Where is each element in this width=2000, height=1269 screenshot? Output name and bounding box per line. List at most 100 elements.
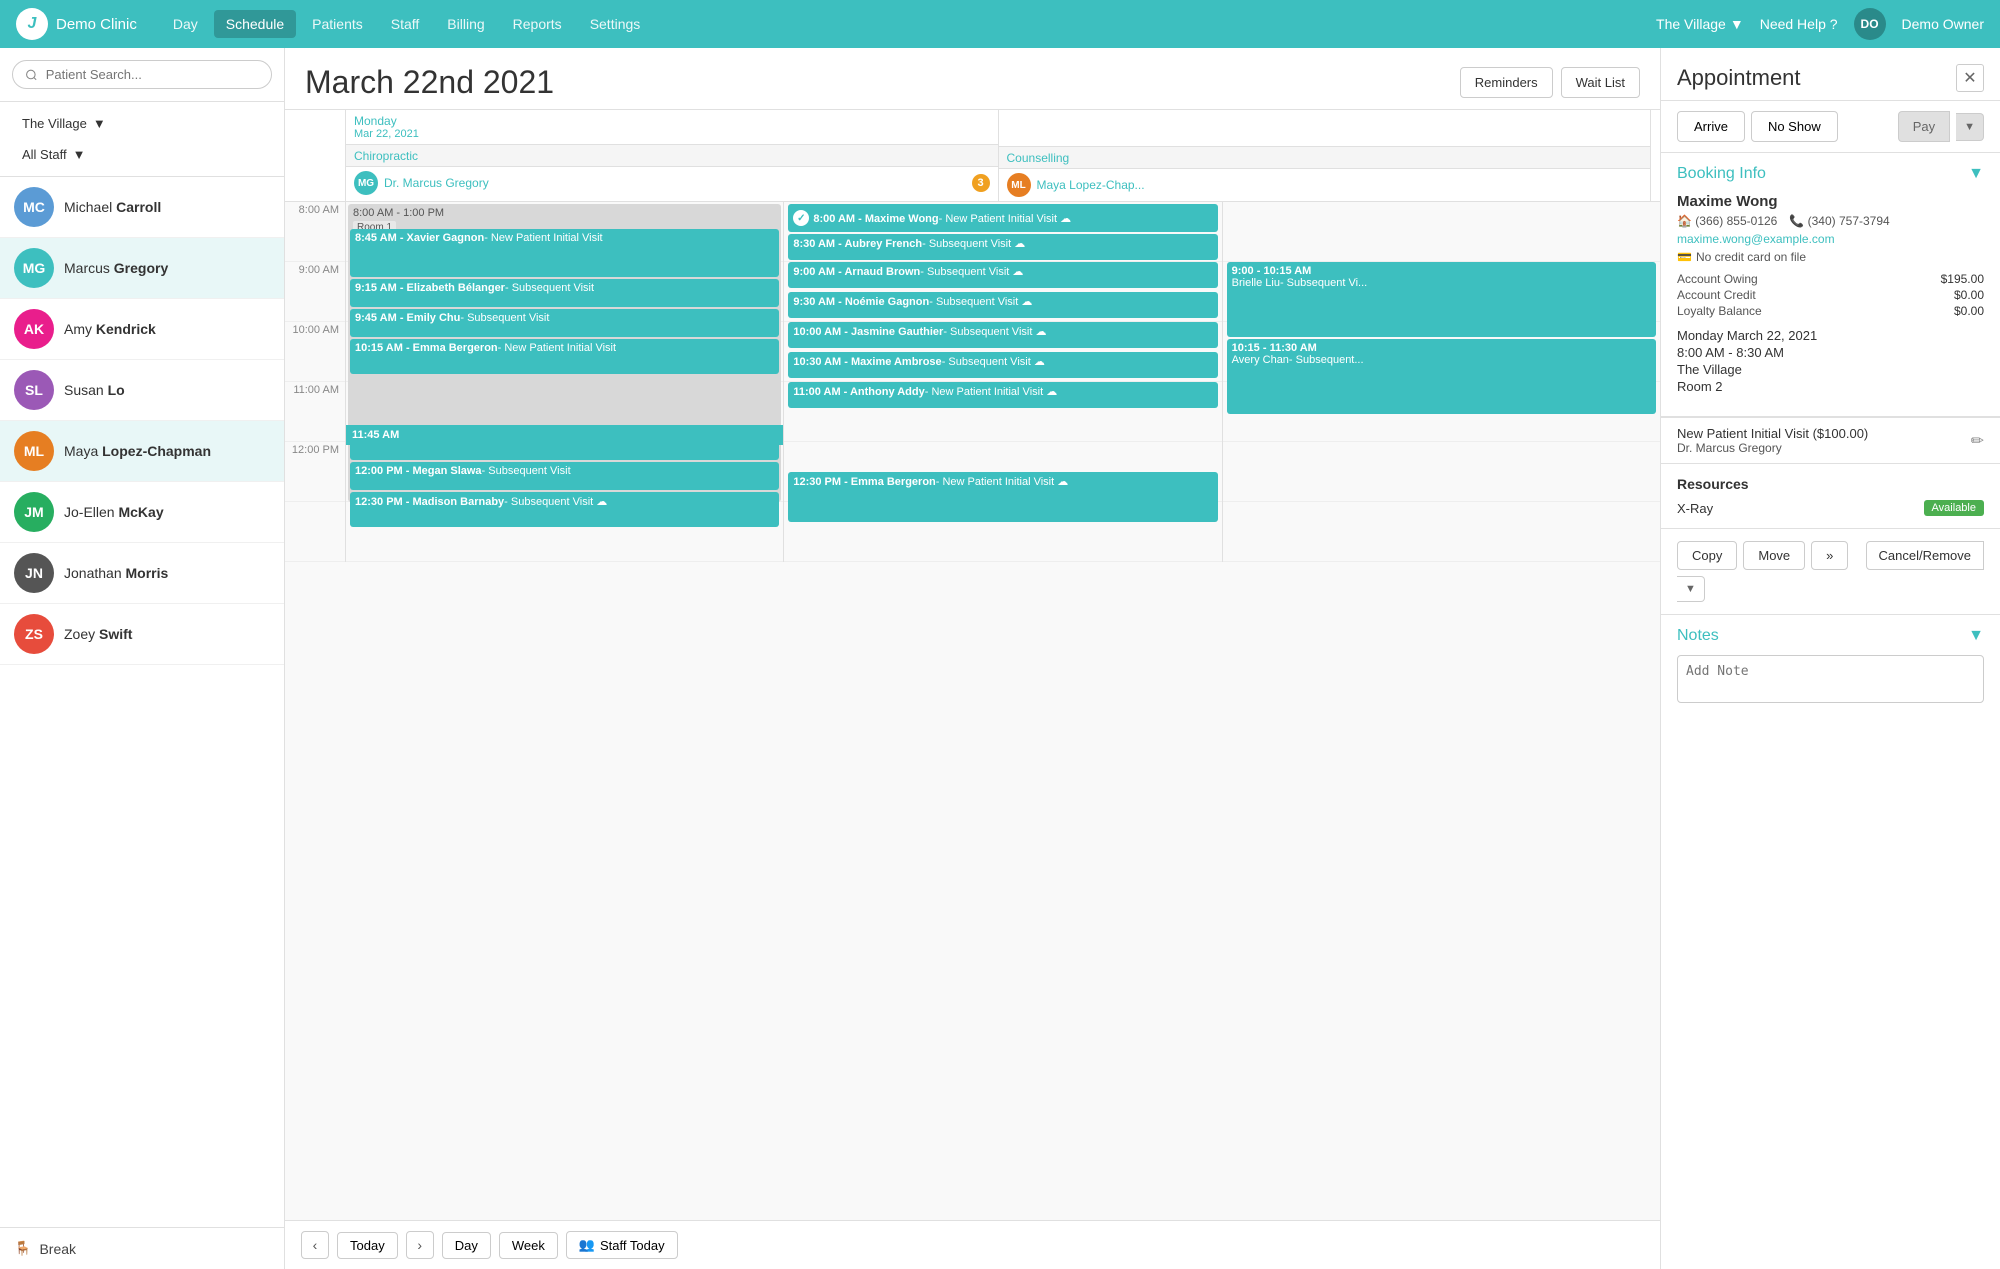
resource-row: X-Ray Available xyxy=(1677,500,1984,516)
resources-section: Resources X-Ray Available xyxy=(1661,464,2000,529)
time-label-9am: 9:00 AM xyxy=(285,262,345,322)
notes-input[interactable] xyxy=(1677,655,1984,703)
search-input[interactable] xyxy=(46,67,259,82)
week-view-button[interactable]: Week xyxy=(499,1232,558,1259)
schedule-header: March 22nd 2021 Reminders Wait List xyxy=(285,48,1660,110)
list-item[interactable]: 12:30 PM - Madison Barnaby- Subsequent V… xyxy=(350,492,779,527)
search-box[interactable] xyxy=(12,60,272,89)
staff-name: Susan Lo xyxy=(64,382,125,398)
nav-patients[interactable]: Patients xyxy=(300,10,375,38)
discipline-counselling: Counselling xyxy=(999,147,1651,169)
today-button[interactable]: Today xyxy=(337,1232,398,1259)
staff-name: Marcus Gregory xyxy=(64,260,168,276)
cancel-dropdown-button[interactable]: ▼ xyxy=(1677,576,1705,602)
list-item[interactable]: 9:15 AM - Elizabeth Bélanger- Subsequent… xyxy=(350,279,779,307)
nav-day[interactable]: Day xyxy=(161,10,210,38)
staff-item-amy-kendrick[interactable]: AK Amy Kendrick xyxy=(0,299,284,360)
column-maya: 9:00 - 10:15 AM Brielle Liu- Subsequent … xyxy=(1222,202,1660,562)
list-item[interactable]: 9:00 - 10:15 AM Brielle Liu- Subsequent … xyxy=(1227,262,1656,337)
column-marcus: 8:00 AM - 1:00 PM Room 1 8:45 AM - Xavie… xyxy=(345,202,783,562)
staff-item-marcus-gregory[interactable]: MG Marcus Gregory xyxy=(0,238,284,299)
copy-button[interactable]: Copy xyxy=(1677,541,1737,570)
appt-room: Room 2 xyxy=(1677,379,1984,394)
avatar: MC xyxy=(14,187,54,227)
list-item[interactable]: 9:00 AM - Arnaud Brown- Subsequent Visit… xyxy=(788,262,1217,288)
account-owing-row: Account Owing $195.00 xyxy=(1677,272,1984,286)
staff-filter[interactable]: All Staff ▼ xyxy=(12,141,272,168)
avatar: ML xyxy=(14,431,54,471)
close-button[interactable]: ✕ xyxy=(1956,64,1984,92)
next-button[interactable]: › xyxy=(406,1231,434,1259)
patient-email[interactable]: maxime.wong@example.com xyxy=(1677,232,1984,246)
staff-name: Zoey Swift xyxy=(64,626,132,642)
booking-info-section: Booking Info ▼ Maxime Wong 🏠 (366) 855-0… xyxy=(1661,153,2000,417)
location-filter[interactable]: The Village ▼ xyxy=(12,110,272,137)
list-item[interactable]: 10:15 AM - Emma Bergeron- New Patient In… xyxy=(350,339,779,374)
avatar: JN xyxy=(14,553,54,593)
jane-logo: J xyxy=(16,8,48,40)
arrive-button[interactable]: Arrive xyxy=(1677,111,1745,142)
staff-name: Jo-Ellen McKay xyxy=(64,504,164,520)
time-label-10am: 10:00 AM xyxy=(285,322,345,382)
booking-info-header: Booking Info ▼ xyxy=(1677,165,1984,183)
list-item[interactable]: 10:30 AM - Maxime Ambrose- Subsequent Vi… xyxy=(788,352,1217,378)
day-view-button[interactable]: Day xyxy=(442,1232,491,1259)
staff-item-susan-lo[interactable]: SL Susan Lo xyxy=(0,360,284,421)
provider-count: 3 xyxy=(972,174,990,192)
village-selector[interactable]: The Village ▼ xyxy=(1656,16,1744,32)
appt-time: 8:00 AM - 8:30 AM xyxy=(1677,345,1984,360)
resource-status-badge: Available xyxy=(1924,500,1984,516)
no-show-button[interactable]: No Show xyxy=(1751,111,1838,142)
wait-list-button[interactable]: Wait List xyxy=(1561,67,1640,98)
nav-reports[interactable]: Reports xyxy=(501,10,574,38)
staff-name: Maya Lopez-Chapman xyxy=(64,443,211,459)
staff-item-maya-lopez-chapman[interactable]: ML Maya Lopez-Chapman xyxy=(0,421,284,482)
owner-name: Demo Owner xyxy=(1902,16,1984,32)
list-item[interactable]: 8:30 AM - Aubrey French- Subsequent Visi… xyxy=(788,234,1217,260)
current-time-bar: 11:45 AM xyxy=(346,425,783,445)
staff-today-button[interactable]: 👥 Staff Today xyxy=(566,1231,678,1259)
nav-right: The Village ▼ Need Help ? DO Demo Owner xyxy=(1656,8,1984,40)
column-marcus-2: ✓ 8:00 AM - Maxime Wong- New Patient Ini… xyxy=(783,202,1221,562)
loyalty-balance-row: Loyalty Balance $0.00 xyxy=(1677,304,1984,318)
provider-avatar-maya: ML xyxy=(1007,173,1031,197)
move-button[interactable]: Move xyxy=(1743,541,1805,570)
cancel-remove-button[interactable]: Cancel/Remove xyxy=(1866,541,1985,570)
nav-schedule[interactable]: Schedule xyxy=(214,10,296,38)
edit-icon[interactable]: ✏ xyxy=(1971,431,1984,451)
list-item[interactable]: 11:00 AM - Anthony Addy- New Patient Ini… xyxy=(788,382,1217,408)
sidebar-filters: The Village ▼ All Staff ▼ xyxy=(0,102,284,177)
list-item[interactable]: 9:45 AM - Emily Chu- Subsequent Visit xyxy=(350,309,779,337)
account-credit-row: Account Credit $0.00 xyxy=(1677,288,1984,302)
grid-header: Monday Mar 22, 2021 Chiropractic MG Dr. … xyxy=(285,110,1660,202)
staff-item-jonathan-morris[interactable]: JN Jonathan Morris xyxy=(0,543,284,604)
list-item[interactable]: 12:00 PM - Megan Slawa- Subsequent Visit xyxy=(350,462,779,490)
list-item[interactable]: 8:45 AM - Xavier Gagnon- New Patient Ini… xyxy=(350,229,779,277)
clinic-name: Demo Clinic xyxy=(56,16,137,33)
nav-settings[interactable]: Settings xyxy=(578,10,653,38)
time-label-11am: 11:00 AM xyxy=(285,382,345,442)
list-item[interactable]: 10:00 AM - Jasmine Gauthier- Subsequent … xyxy=(788,322,1217,348)
pay-button[interactable]: Pay xyxy=(1898,111,1950,142)
notes-section: Notes ▼ xyxy=(1661,615,2000,718)
prev-button[interactable]: ‹ xyxy=(301,1231,329,1259)
more-button[interactable]: » xyxy=(1811,541,1848,570)
resources-title: Resources xyxy=(1677,476,1984,492)
sidebar: The Village ▼ All Staff ▼ MC Michael Car… xyxy=(0,48,285,1269)
staff-item-jo-ellen-mckay[interactable]: JM Jo-Ellen McKay xyxy=(0,482,284,543)
staff-item-zoey-swift[interactable]: ZS Zoey Swift xyxy=(0,604,284,665)
reminders-button[interactable]: Reminders xyxy=(1460,67,1553,98)
break-button[interactable]: 🪑 Break xyxy=(0,1227,284,1269)
patient-name: Maxime Wong xyxy=(1677,193,1984,210)
nav-billing[interactable]: Billing xyxy=(435,10,496,38)
col3-header-spacer xyxy=(1650,110,1660,201)
pay-dropdown-button[interactable]: ▼ xyxy=(1956,113,1984,141)
schedule-area: March 22nd 2021 Reminders Wait List Mond… xyxy=(285,48,1660,1269)
nav-staff[interactable]: Staff xyxy=(379,10,432,38)
list-item[interactable]: 9:30 AM - Noémie Gagnon- Subsequent Visi… xyxy=(788,292,1217,318)
list-item[interactable]: 10:15 - 11:30 AM Avery Chan- Subsequent.… xyxy=(1227,339,1656,414)
list-item[interactable]: 12:30 PM - Emma Bergeron- New Patient In… xyxy=(788,472,1217,522)
staff-item-michael-carroll[interactable]: MC Michael Carroll xyxy=(0,177,284,238)
list-item[interactable]: ✓ 8:00 AM - Maxime Wong- New Patient Ini… xyxy=(788,204,1217,232)
help-link[interactable]: Need Help ? xyxy=(1760,16,1838,32)
